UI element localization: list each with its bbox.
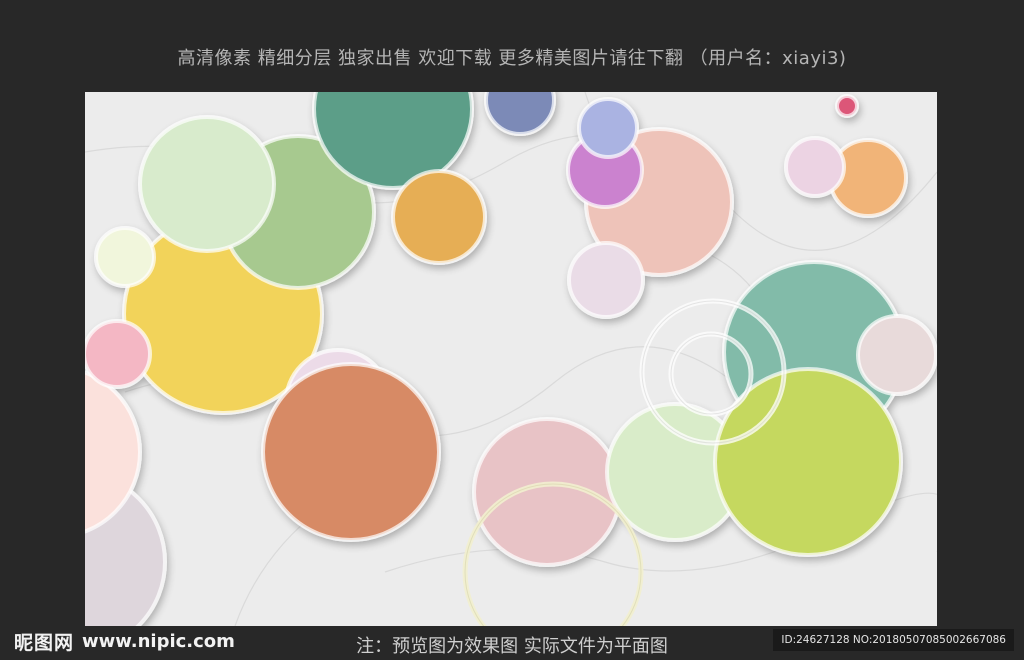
logo-mark: 昵图网 (14, 632, 75, 654)
preview-image (85, 92, 937, 626)
site-logo[interactable]: 昵图网 www.nipic.com (14, 628, 235, 655)
circle-pink-small (85, 319, 152, 389)
circle-rose (472, 417, 622, 567)
circle-periwinkle (577, 97, 639, 159)
circle-cream-small (94, 226, 156, 288)
circle-lilac (567, 241, 645, 319)
circle-terracotta (261, 362, 441, 542)
circle-orange (391, 169, 487, 265)
site-url: www.nipic.com (82, 631, 235, 652)
page: 高清像素 精细分层 独家出售 欢迎下载 更多精美图片请往下翻 （用户名：xiay… (0, 0, 1024, 660)
image-id-label: ID:24627128 NO:20180507085002667086 (773, 629, 1014, 651)
circle-blush (856, 314, 937, 396)
circles-artwork (85, 92, 937, 626)
circle-pink-pale (784, 136, 846, 198)
circle-mint (138, 115, 276, 253)
circle-magenta-dot (835, 94, 859, 118)
top-caption: 高清像素 精细分层 独家出售 欢迎下载 更多精美图片请往下翻 （用户名：xiay… (177, 48, 847, 69)
